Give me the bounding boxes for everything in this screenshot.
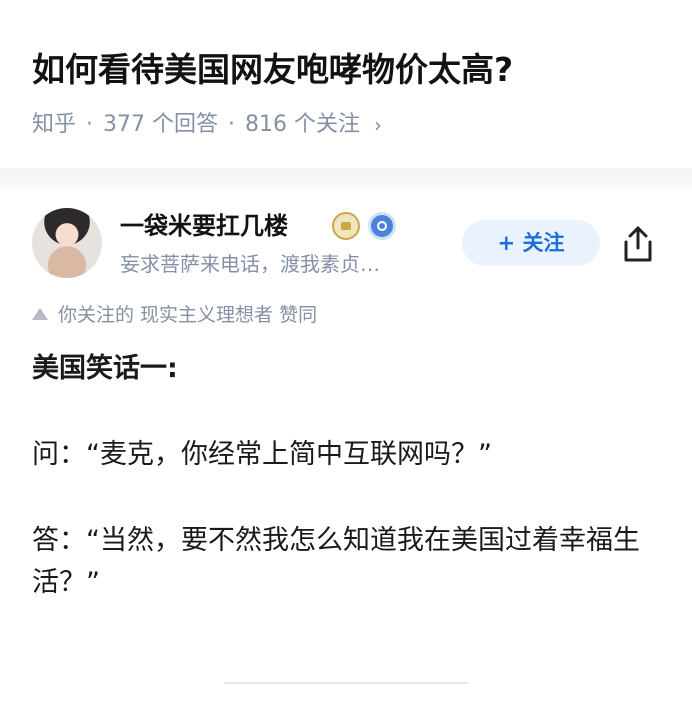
answer-count: 377 个回答 <box>103 112 219 137</box>
question-title[interactable]: 如何看待美国网友咆哮物价太高? <box>32 48 672 92</box>
author-bio: 妄求菩萨来电话，渡我素贞… <box>120 252 380 276</box>
source-label: 知乎 <box>32 112 77 137</box>
answer-question-line: 问：“麦克，你经常上简中互联网吗？” <box>32 439 492 470</box>
answer-reply-line: 答：“当然，要不然我怎么知道我在美国过着幸福生活？” <box>32 525 640 598</box>
gold-crown-badge-icon <box>332 212 360 240</box>
follower-count: 816 个关注 <box>245 112 361 137</box>
answer-heading: 美国笑话一: <box>32 353 178 384</box>
endorsement-row: 你关注的 现实主义理想者 赞同 <box>32 300 317 330</box>
answer-body[interactable]: 美国笑话一: 问：“麦克，你经常上简中互联网吗？” 答：“当然，要不然我怎么知道… <box>32 348 662 604</box>
endorsement-text: 你关注的 现实主义理想者 赞同 <box>58 304 318 326</box>
chevron-right-icon[interactable]: › <box>374 108 382 142</box>
author-name[interactable]: 一袋米要扛几楼 <box>120 210 288 242</box>
upvote-triangle-icon <box>32 308 48 320</box>
question-meta[interactable]: 知乎 · 377 个回答 · 816 个关注 › <box>32 108 382 142</box>
section-divider <box>0 168 692 190</box>
follow-button[interactable]: + 关注 <box>462 220 600 266</box>
avatar[interactable] <box>32 208 102 278</box>
share-icon[interactable] <box>620 224 656 264</box>
author-row: 一袋米要扛几楼 妄求菩萨来电话，渡我素贞… + 关注 <box>32 208 672 283</box>
blue-verified-badge-icon <box>368 212 396 240</box>
separator-dot: · <box>86 112 94 137</box>
separator-dot: · <box>228 112 236 137</box>
home-indicator <box>224 682 468 684</box>
